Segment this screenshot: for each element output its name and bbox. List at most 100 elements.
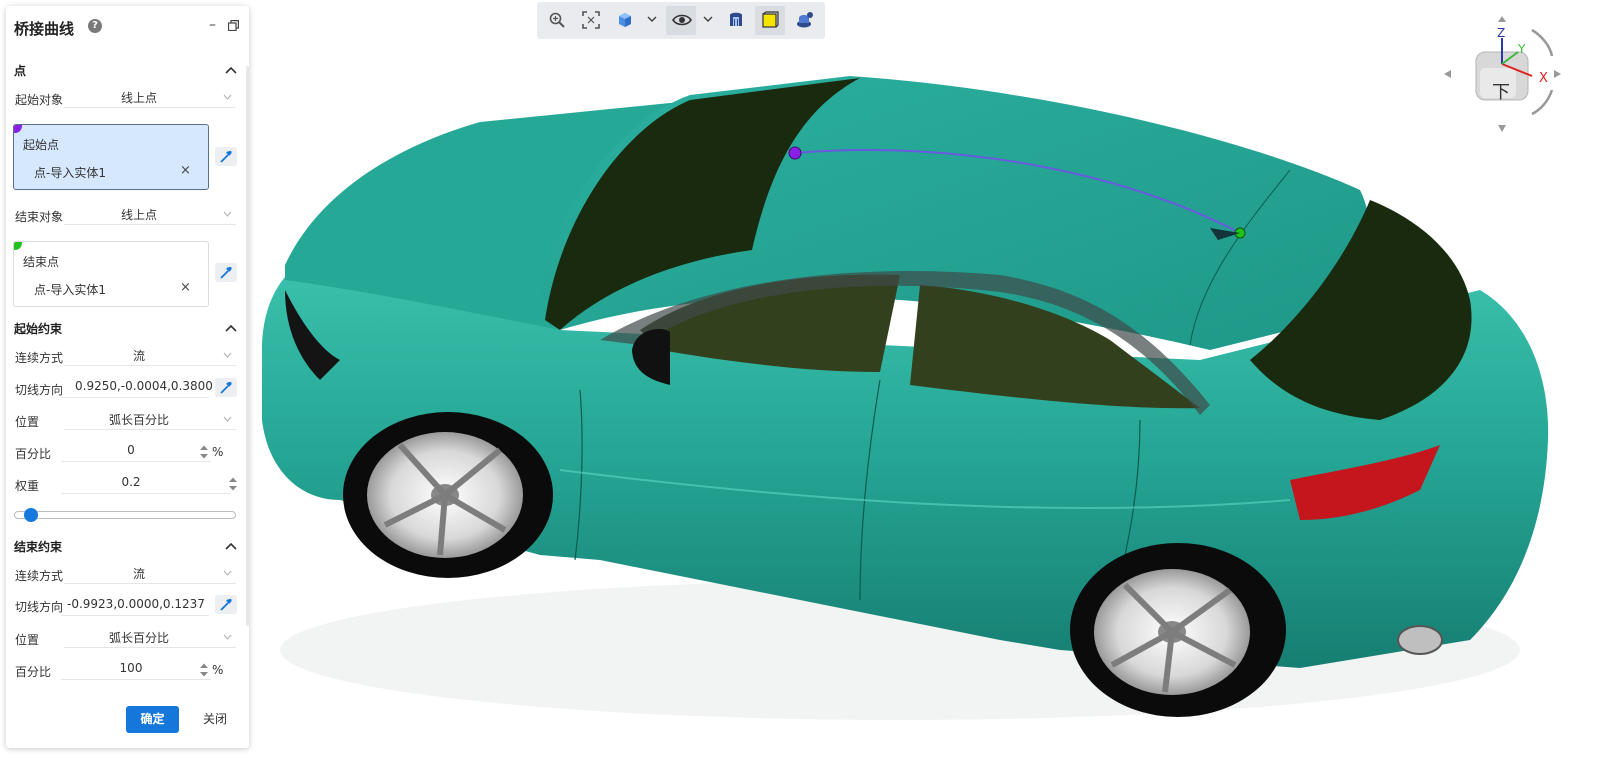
start-position-select[interactable]: 弧长百分比: [64, 408, 236, 430]
weight-value: 0.2: [121, 475, 141, 489]
end-position-select[interactable]: 弧长百分比: [64, 626, 236, 648]
eye-icon: [672, 14, 692, 26]
chevron-down-icon: [223, 570, 232, 576]
render-settings-button[interactable]: [789, 6, 819, 35]
weight-label: 权重: [15, 479, 40, 493]
pick-start-point-button[interactable]: [215, 147, 237, 166]
clear-end-point-button[interactable]: ×: [180, 280, 191, 295]
visibility-button[interactable]: [666, 6, 696, 35]
3d-viewport[interactable]: [250, 40, 1613, 771]
end-point-color-marker: [14, 242, 22, 250]
shaded-mode-button[interactable]: [755, 6, 785, 35]
zoom-button[interactable]: [542, 6, 572, 35]
start-tangent-label: 切线方向: [15, 383, 64, 397]
standard-view-button[interactable]: [610, 6, 640, 35]
panel-title: 桥接曲线: [14, 20, 75, 38]
help-icon[interactable]: ?: [88, 19, 102, 33]
bridge-curve-panel: 桥接曲线 ? – 点 起始对象 线上点 起始点 点-导入实体1 × 结束对象 线…: [6, 6, 249, 748]
start-continuity-label: 连续方式: [15, 351, 64, 365]
stepper-icon[interactable]: [199, 444, 209, 460]
weight-slider-thumb[interactable]: [24, 508, 39, 522]
end-continuity-select[interactable]: 流: [64, 562, 236, 584]
pick-start-tangent-button[interactable]: [215, 378, 237, 397]
end-object-label: 结束对象: [15, 210, 64, 224]
start-continuity-select[interactable]: 流: [64, 344, 236, 366]
shaded-box-icon: [762, 11, 779, 28]
start-percent-label: 百分比: [15, 447, 52, 461]
chevron-down-icon: [223, 211, 232, 217]
axis-y-label: Y: [1518, 42, 1526, 56]
close-button[interactable]: 关闭: [197, 706, 233, 733]
start-point-label: 起始点: [23, 138, 60, 152]
chevron-down-icon[interactable]: [703, 14, 713, 24]
end-position-value: 弧长百分比: [108, 631, 169, 645]
section-icon: [730, 12, 742, 26]
start-position-value: 弧长百分比: [108, 413, 169, 427]
confirm-button[interactable]: 确定: [126, 706, 179, 733]
end-percent-unit: %: [212, 663, 224, 677]
picker-icon: [220, 150, 232, 163]
view-navigation-cube[interactable]: 下 Z Y X: [1440, 12, 1565, 134]
start-percent-unit: %: [212, 445, 224, 459]
restore-window-icon[interactable]: [228, 20, 239, 31]
picker-icon: [220, 266, 232, 279]
minimize-icon[interactable]: –: [209, 17, 220, 33]
axis-z-label: Z: [1497, 26, 1506, 40]
axis-x-label: X: [1539, 71, 1548, 86]
end-percent-input[interactable]: 100: [61, 658, 211, 680]
end-object-select[interactable]: 线上点: [64, 203, 236, 225]
picker-icon: [220, 381, 232, 394]
weight-slider-track[interactable]: [14, 511, 236, 519]
section-end-constraint-title: 结束约束: [14, 540, 63, 554]
zoom-icon: [549, 12, 565, 28]
start-object-label: 起始对象: [15, 93, 64, 107]
end-point-label: 结束点: [23, 255, 60, 269]
section-view-button[interactable]: [721, 6, 751, 35]
chevron-up-icon[interactable]: [225, 66, 237, 74]
stepper-icon[interactable]: [199, 662, 209, 678]
start-percent-value: 0: [127, 443, 135, 457]
start-point-selector[interactable]: 起始点 点-导入实体1 ×: [13, 124, 209, 190]
start-percent-input[interactable]: 0: [61, 440, 211, 462]
navcube-face-label: 下: [1492, 82, 1510, 103]
start-tangent-value: 0.9250,-0.0004,0.3800: [75, 379, 213, 393]
car-exhaust: [1397, 625, 1443, 655]
end-percent-value: 100: [119, 661, 143, 675]
section-point-title: 点: [14, 64, 27, 78]
chevron-up-icon[interactable]: [225, 542, 237, 550]
chevron-down-icon: [223, 416, 232, 422]
end-point-selector[interactable]: 结束点 点-导入实体1 ×: [13, 241, 209, 307]
cube-view-icon: [619, 13, 631, 27]
chevron-down-icon: [223, 352, 232, 358]
fit-view-button[interactable]: [576, 6, 606, 35]
end-continuity-label: 连续方式: [15, 569, 64, 583]
start-position-label: 位置: [15, 415, 40, 429]
pick-end-tangent-button[interactable]: [215, 595, 237, 614]
start-point-marker[interactable]: [788, 146, 802, 160]
start-point-value: 点-导入实体1: [34, 166, 106, 180]
view-toolbar: [537, 2, 825, 39]
chevron-down-icon[interactable]: [647, 14, 657, 24]
end-percent-label: 百分比: [15, 665, 52, 679]
end-tangent-label: 切线方向: [15, 600, 64, 614]
section-start-constraint-title: 起始约束: [14, 322, 63, 336]
chevron-down-icon: [223, 94, 232, 100]
end-point-value: 点-导入实体1: [34, 283, 106, 297]
end-position-label: 位置: [15, 633, 40, 647]
pick-end-point-button[interactable]: [215, 263, 237, 282]
start-object-value: 线上点: [120, 91, 157, 105]
end-tangent-value: -0.9923,0.0000,0.1237: [67, 597, 205, 611]
weight-input[interactable]: 0.2: [61, 472, 231, 494]
end-tangent-input[interactable]: -0.9923,0.0000,0.1237: [61, 594, 209, 616]
end-continuity-value: 流: [132, 567, 145, 581]
stepper-icon[interactable]: [228, 476, 238, 492]
panel-scrollbar[interactable]: [246, 66, 249, 626]
start-continuity-value: 流: [132, 349, 145, 363]
fit-view-icon: [582, 11, 600, 29]
start-point-color-marker: [14, 125, 22, 133]
chevron-up-icon[interactable]: [225, 324, 237, 332]
front-wheel: [343, 412, 553, 578]
start-object-select[interactable]: 线上点: [64, 86, 236, 108]
clear-start-point-button[interactable]: ×: [180, 163, 191, 178]
start-tangent-input[interactable]: 0.9250,-0.0004,0.3800: [61, 376, 213, 398]
